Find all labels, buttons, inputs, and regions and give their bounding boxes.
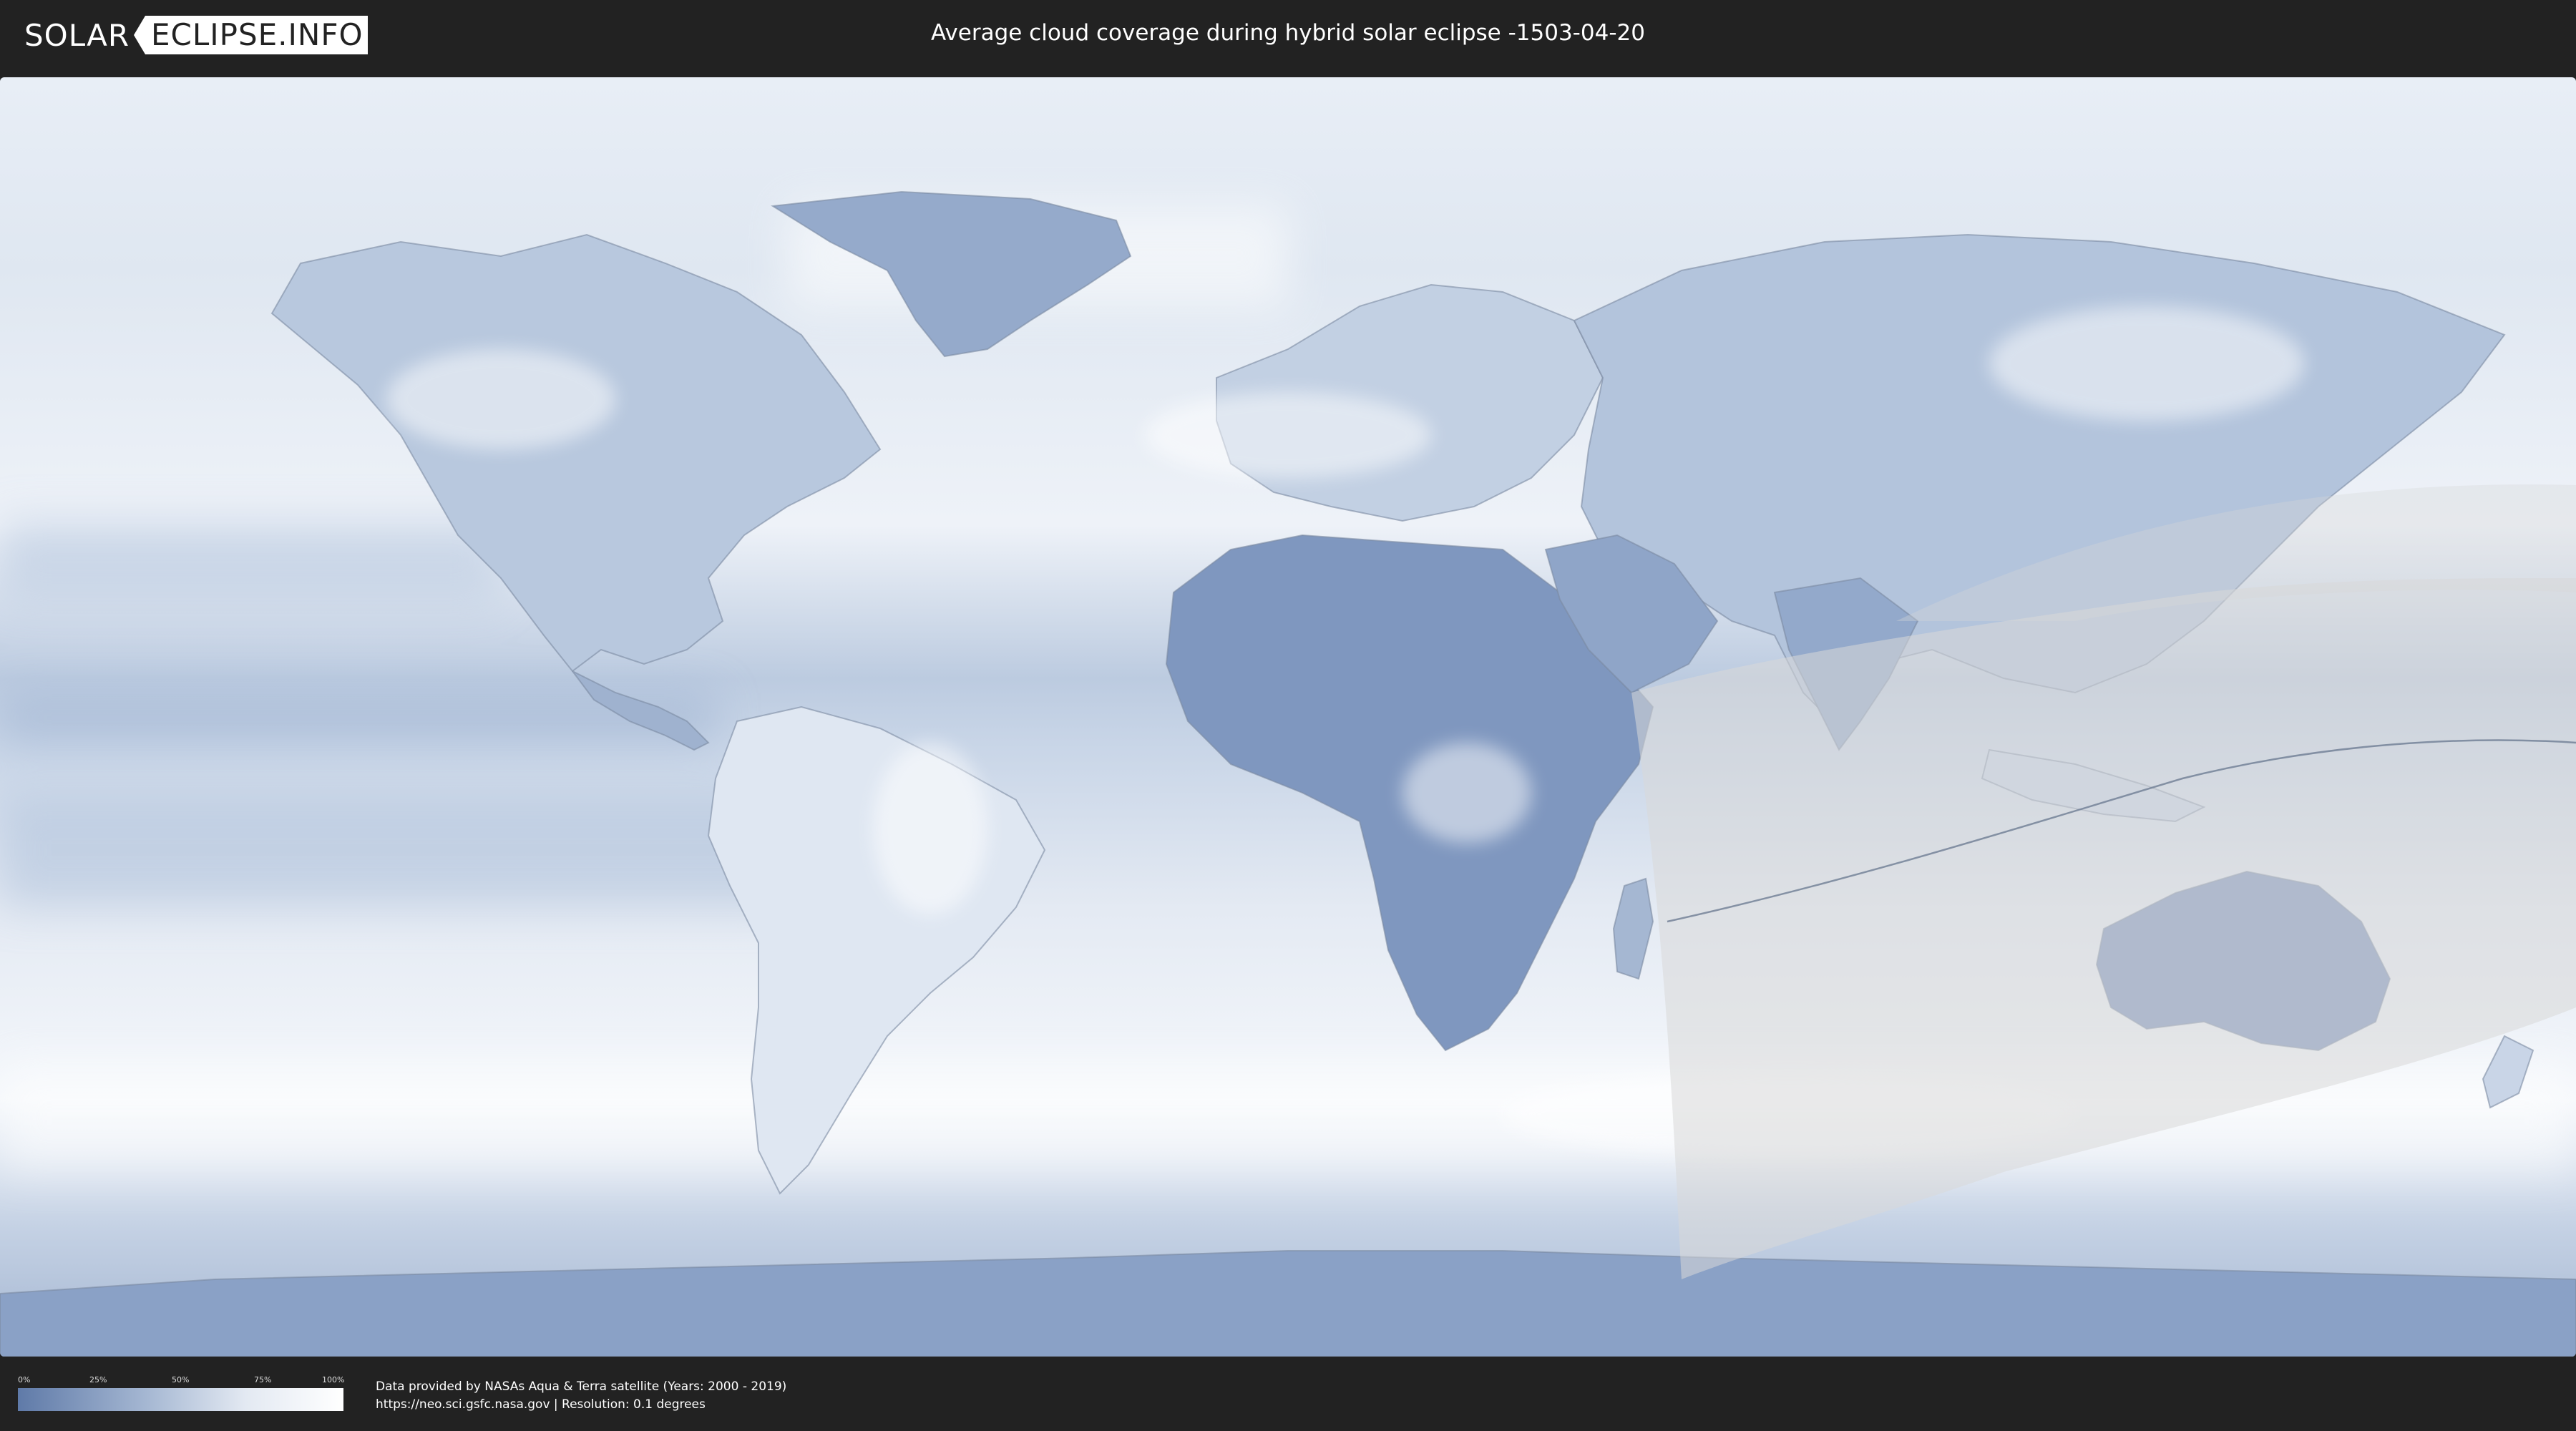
data-credits: Data provided by NASAs Aqua & Terra sate… — [376, 1378, 786, 1414]
cloud-coverage-legend: 0% 25% 50% 75% 100% — [18, 1375, 345, 1411]
credits-line-url: https://neo.sci.gsfc.nasa.gov | Resoluti… — [376, 1397, 706, 1412]
legend-tick-75: 75% — [254, 1375, 272, 1384]
legend-tick-50: 50% — [172, 1375, 190, 1384]
world-map-svg — [0, 77, 2576, 1357]
credits-line-source: Data provided by NASAs Aqua & Terra sate… — [376, 1379, 787, 1394]
legend-ticks: 0% 25% 50% 75% 100% — [18, 1375, 345, 1385]
app: SOLAR ECLIPSE.INFO Average cloud coverag… — [0, 0, 2576, 1431]
page-title: Average cloud coverage during hybrid sol… — [931, 20, 1645, 46]
legend-color-bar — [18, 1388, 343, 1411]
footer: 0% 25% 50% 75% 100% Data provided by NAS… — [0, 1357, 2576, 1431]
legend-tick-0: 0% — [18, 1375, 31, 1384]
header: SOLAR ECLIPSE.INFO Average cloud coverag… — [0, 0, 2576, 72]
legend-tick-100: 100% — [322, 1375, 345, 1384]
cloud-coverage-map[interactable] — [0, 77, 2576, 1357]
legend-tick-25: 25% — [89, 1375, 107, 1384]
